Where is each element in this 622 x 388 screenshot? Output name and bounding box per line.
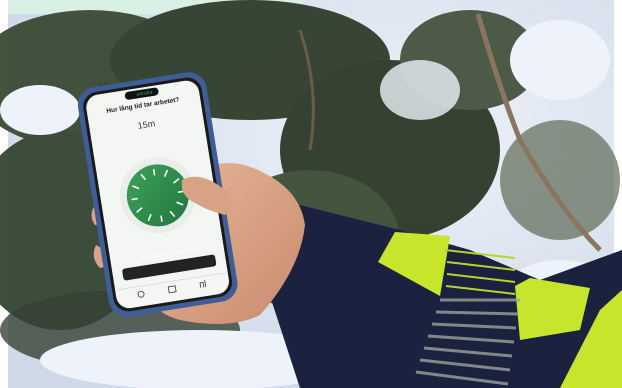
photo-background	[0, 0, 622, 388]
photo-scene: 10:10 sitraka Hur lång tid tar arbetet? …	[0, 0, 622, 388]
